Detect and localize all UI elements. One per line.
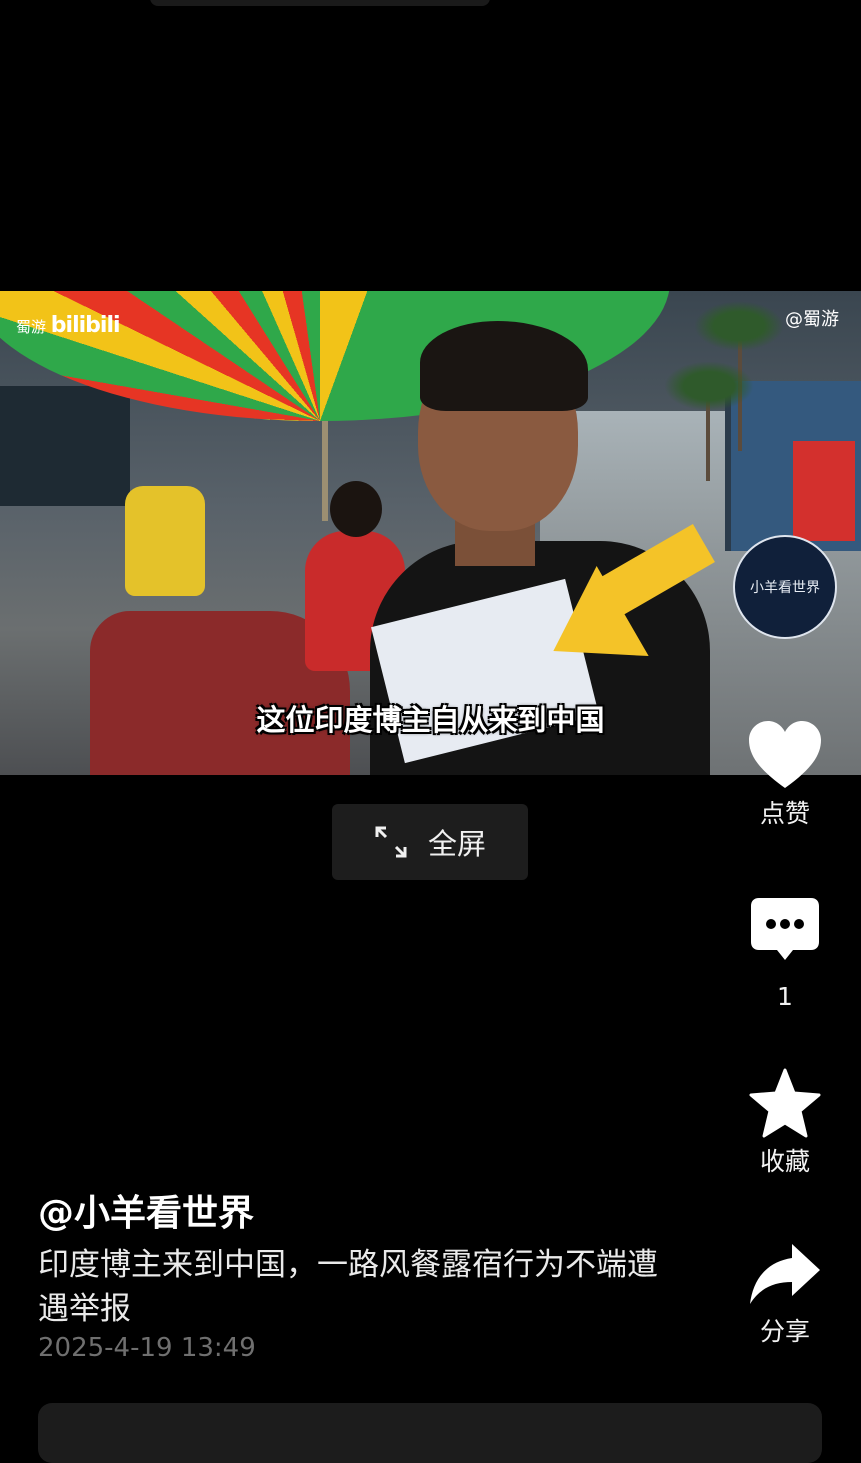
like-label: 点赞 [759, 799, 810, 828]
video-watermark-right: @蜀游 [785, 309, 839, 330]
channel-badge: 小羊看世界 [733, 535, 837, 639]
related-video-bar[interactable] [38, 1403, 822, 1463]
status-pill [150, 0, 490, 6]
post-author[interactable]: @小羊看世界 [38, 1184, 254, 1236]
fullscreen-label: 全屏 [427, 827, 486, 861]
favorite-button[interactable]: 收藏 [740, 1068, 830, 1178]
fullscreen-button[interactable]: 全屏 [332, 804, 528, 880]
expand-icon [375, 826, 407, 858]
video-player[interactable]: 蜀游 bilibili @蜀游 小羊看世界 这位印度博主自从来到中国 [0, 291, 861, 775]
favorite-label: 收藏 [759, 1147, 810, 1176]
post-date: 2025-4-19 13:49 [38, 1333, 256, 1363]
share-icon [750, 1244, 820, 1304]
video-scene-billboard [793, 441, 855, 541]
video-scene-woman-head [330, 481, 382, 537]
like-button[interactable]: 点赞 [740, 720, 830, 830]
comment-button[interactable]: 1 [740, 896, 830, 1011]
bilibili-logo: bilibili [50, 313, 121, 338]
share-button[interactable]: 分享 [740, 1242, 830, 1348]
video-scene-palm-leaves [694, 301, 784, 351]
comment-count: 1 [777, 982, 793, 1011]
share-label: 分享 [759, 1317, 810, 1346]
video-scene-scooter [125, 486, 205, 596]
video-watermark-left: 蜀游 bilibili [16, 313, 121, 338]
watermark-prefix: 蜀游 [16, 318, 47, 336]
channel-badge-text: 小羊看世界 [750, 580, 820, 596]
video-scene-shop [0, 386, 130, 506]
post-description: 印度博主来到中国，一路风餐露宿行为不端遭遇举报 [38, 1247, 658, 1327]
star-icon [749, 1068, 821, 1138]
video-scene-palm-leaves [664, 361, 754, 411]
comment-icon [751, 898, 819, 960]
video-subtitle: 这位印度博主自从来到中国 [256, 703, 605, 737]
heart-icon [749, 721, 821, 788]
